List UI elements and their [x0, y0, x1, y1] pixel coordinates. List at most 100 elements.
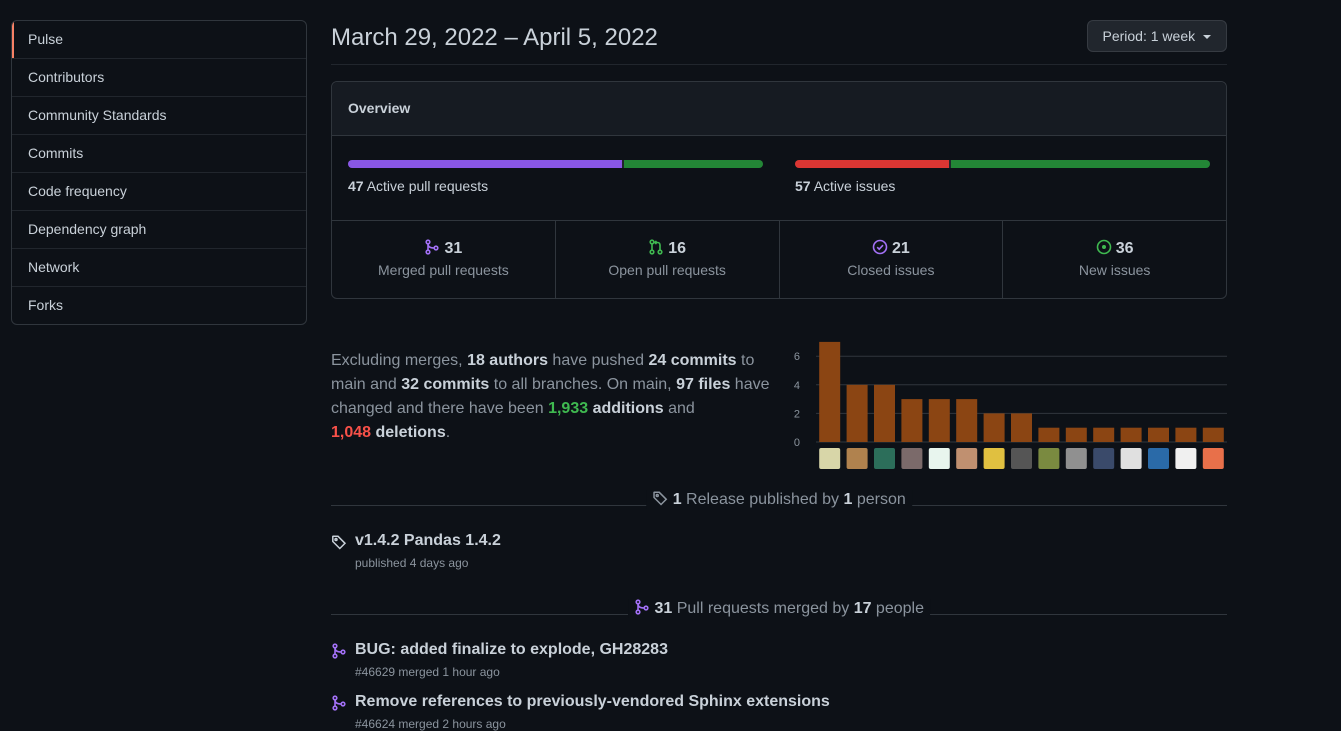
period-label: Period:	[1102, 28, 1147, 44]
active-pr-label: Active pull requests	[366, 178, 489, 194]
sidebar-item-dependency-graph[interactable]: Dependency graph	[12, 210, 306, 248]
pr-meta: #46624 merged 2 hours ago	[355, 717, 506, 731]
active-issues-label: Active issues	[813, 178, 896, 194]
commit-bar[interactable]	[1065, 427, 1087, 442]
sidebar-item-network[interactable]: Network	[12, 248, 306, 286]
author-avatar[interactable]	[1120, 448, 1142, 469]
author-avatar[interactable]	[1011, 448, 1032, 469]
sidebar-item-forks[interactable]: Forks	[12, 286, 306, 324]
pr-title: BUG: added finalize to explode, GH28283	[355, 641, 668, 658]
commit-bar[interactable]	[1148, 427, 1169, 442]
commits-by-author-chart: 0 2 4 6	[794, 341, 1227, 469]
author-avatar[interactable]	[1038, 448, 1060, 469]
commit-bar[interactable]	[901, 399, 923, 442]
commit-bar[interactable]	[928, 399, 950, 442]
pr-title-link[interactable]: BUG: added finalize to explode, GH28283	[331, 641, 1227, 659]
commit-bar[interactable]	[983, 413, 1005, 442]
commit-bar[interactable]	[1011, 413, 1032, 442]
releases-people-count: 1	[843, 491, 853, 508]
caret-down-icon	[1203, 35, 1211, 40]
commit-bar[interactable]	[1093, 427, 1115, 442]
stat-closed-issues[interactable]: 21 Closed issues	[778, 221, 1003, 298]
overview-title: Overview	[332, 82, 1226, 136]
pr-title-link[interactable]: Remove references to previously-vendored…	[331, 693, 1227, 711]
merged-pr-icon	[425, 239, 440, 255]
releases-text: Release published by	[681, 491, 844, 508]
open-segment	[623, 160, 763, 168]
pull-requests-caption: 47 Active pull requests	[348, 178, 763, 194]
commit-bar[interactable]	[846, 384, 868, 442]
pull-requests-progress	[348, 160, 763, 168]
merged-prs-text: Pull requests merged by	[672, 600, 854, 617]
commits-all-count: 32 commits	[401, 376, 490, 393]
files-changed-count: 97 files	[676, 376, 731, 393]
new-segment	[950, 160, 1210, 168]
period-dropdown-button[interactable]: Period: 1 week	[1086, 20, 1227, 52]
sidebar-item-community-standards[interactable]: Community Standards	[12, 96, 306, 134]
new-issues-label: New issues	[1078, 262, 1151, 278]
merged-segment	[348, 160, 622, 168]
new-issues-value: 36	[1115, 240, 1134, 257]
sidebar-item-commits[interactable]: Commits	[12, 134, 306, 172]
additions-count: 1,933	[548, 400, 589, 417]
author-avatar[interactable]	[901, 448, 923, 469]
commit-bar[interactable]	[1202, 427, 1224, 442]
overview-panel: Overview 47 Active pull requests 57 Acti…	[331, 81, 1227, 299]
sidebar-item-code-frequency[interactable]: Code frequency	[12, 172, 306, 210]
deletions-label: deletions	[371, 424, 446, 441]
issues-progress	[795, 160, 1210, 168]
closed-issues-value: 21	[891, 240, 910, 257]
author-avatar[interactable]	[1093, 448, 1115, 469]
sidebar-item-pulse[interactable]: Pulse	[12, 21, 306, 58]
stat-new-issues[interactable]: 36 New issues	[1002, 221, 1226, 298]
commit-bar[interactable]	[1175, 427, 1197, 442]
header-divider	[331, 64, 1227, 65]
author-avatar[interactable]	[1148, 448, 1169, 469]
release-item: v1.4.2 Pandas 1.4.2 published 4 days ago	[331, 532, 1227, 570]
author-avatar[interactable]	[1202, 448, 1224, 469]
closed-issues-label: Closed issues	[847, 262, 935, 278]
deletions-count: 1,048	[331, 424, 372, 441]
closed-segment	[795, 160, 949, 168]
author-avatar[interactable]	[874, 448, 895, 469]
merged-prs-label: Merged pull requests	[378, 262, 509, 278]
summary-text: have pushed	[547, 352, 649, 369]
y-tick-label: 6	[794, 351, 800, 363]
release-title: v1.4.2 Pandas 1.4.2	[355, 532, 501, 549]
author-avatar[interactable]	[1065, 448, 1087, 469]
releases-heading: 1 Release published by 1 person	[646, 490, 912, 509]
author-avatar[interactable]	[928, 448, 950, 469]
author-avatar[interactable]	[1175, 448, 1197, 469]
merged-prs-people-count: 17	[853, 600, 872, 617]
active-pr-count: 47	[348, 178, 364, 194]
merged-pr-icon	[635, 599, 649, 615]
commit-bar[interactable]	[956, 399, 978, 442]
pr-title: Remove references to previously-vendored…	[355, 693, 830, 710]
summary-text: .	[445, 424, 451, 441]
tag-icon	[332, 535, 347, 550]
merged-pr-item: BUG: added finalize to explode, GH28283 …	[331, 641, 1227, 679]
commit-bar[interactable]	[1120, 427, 1142, 442]
commit-summary: Excluding merges, 18 authors have pushed…	[331, 349, 776, 445]
stat-open-prs[interactable]: 16 Open pull requests	[554, 221, 779, 298]
release-meta: published 4 days ago	[355, 556, 469, 570]
issues-caption: 57 Active issues	[795, 178, 1210, 194]
release-title-link[interactable]: v1.4.2 Pandas 1.4.2	[331, 532, 1227, 550]
y-tick-label: 4	[794, 380, 800, 392]
commit-bar[interactable]	[874, 384, 895, 442]
stat-merged-prs[interactable]: 31 Merged pull requests	[332, 221, 555, 298]
author-avatar[interactable]	[846, 448, 868, 469]
merged-prs-count: 31	[654, 600, 673, 617]
author-avatar[interactable]	[956, 448, 978, 469]
merged-prs-value: 31	[444, 240, 463, 257]
commit-bar[interactable]	[819, 341, 841, 442]
page-title: March 29, 2022 – April 5, 2022	[331, 24, 658, 51]
sidebar-item-contributors[interactable]: Contributors	[12, 58, 306, 96]
issues-summary[interactable]: 57 Active issues	[795, 160, 1210, 194]
author-avatar[interactable]	[983, 448, 1005, 469]
open-prs-value: 16	[668, 240, 687, 257]
commit-bar[interactable]	[1038, 427, 1060, 442]
pull-requests-summary[interactable]: 47 Active pull requests	[348, 160, 763, 194]
author-avatar[interactable]	[819, 448, 841, 469]
merged-pr-icon	[332, 643, 346, 659]
